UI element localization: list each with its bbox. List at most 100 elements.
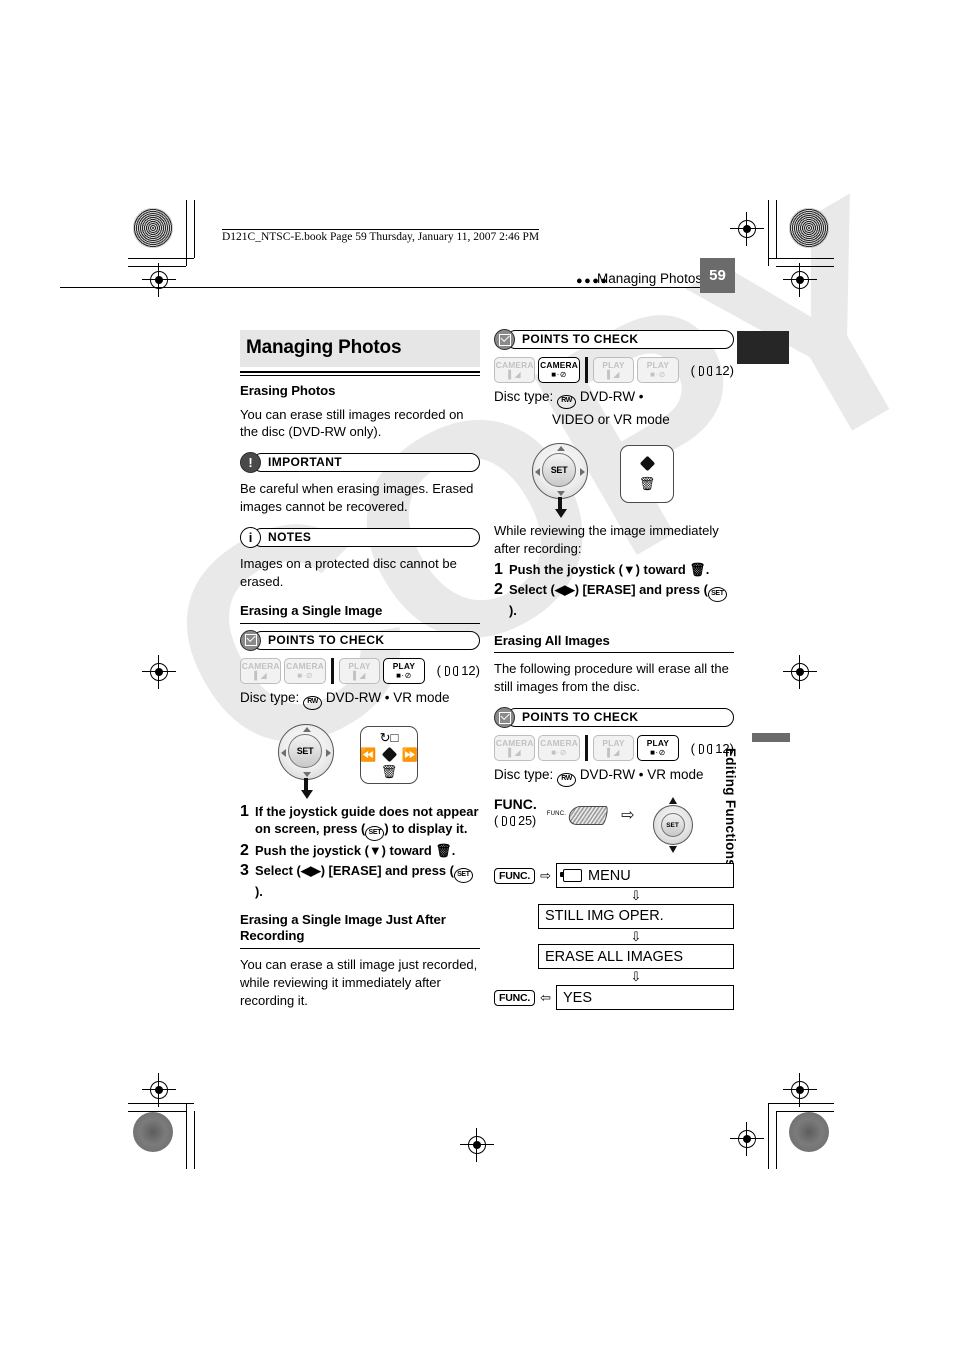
dvd-rw-glyph: RW (557, 773, 577, 788)
steps-right: 1 Push the joystick (▼) toward 🗑. 2 Sele… (494, 561, 734, 619)
callout-points-label: POINTS TO CHECK (268, 632, 385, 647)
text-notes: Images on a protected disc cannot be era… (240, 556, 457, 590)
step-item: 1 If the joystick guide does not appear … (240, 803, 480, 841)
right-arrow-icon: ⇨ (540, 867, 551, 883)
step-text: Select (◀▶) [ERASE] and press (SET). (255, 862, 480, 900)
section-tab-marker-secondary (752, 733, 790, 742)
dvd-rw-glyph: RW (303, 695, 323, 710)
mode-badge-row-right-top: CAMERA ▌◢ CAMERA ■·⊘ PLAY ▌◢ PLAY ■·⊘ ( … (494, 357, 734, 383)
page-number: 59 (700, 258, 735, 293)
mode-badge-camera-photo: CAMERA ■·⊘ (284, 657, 326, 684)
disc-type-left: Disc type: RW DVD-RW • VR mode (240, 689, 480, 710)
disc-type-right-bottom: Disc type: RW DVD-RW • VR mode (494, 766, 734, 788)
heading-rule (240, 947, 480, 949)
text-erasing-photos: You can erase still images recorded on t… (240, 406, 464, 440)
down-arrow-icon: ⇩ (630, 969, 642, 985)
flow-item-menu[interactable]: MENU (556, 863, 734, 889)
func-button-caption: FUNC. (546, 811, 567, 818)
checkbox-icon (240, 629, 261, 651)
down-arrow-icon: ⇩ (630, 928, 642, 944)
joystick-small-icon: SET (651, 797, 695, 854)
step-item: 2 Select (◀▶) [ERASE] and press (SET). (494, 581, 734, 619)
book-icon (501, 815, 515, 826)
prev-icon: ⏪ (360, 747, 377, 763)
camcorder-icon: ▌◢ (607, 748, 620, 758)
func-key-button[interactable]: FUNC. (494, 989, 536, 1006)
mode-badge-play-photo: PLAY ■·⊘ (383, 657, 425, 684)
heading-just-after-recording: Erasing a Single Image Just After Record… (240, 911, 446, 944)
flow-item-still-img-oper[interactable]: STILL IMG OPER. (538, 903, 734, 929)
right-column: POINTS TO CHECK CAMERA ▌◢ CAMERA ■·⊘ PLA… (494, 329, 734, 1011)
set-icon: SET (453, 867, 473, 883)
callout-points-label: POINTS TO CHECK (522, 710, 639, 725)
callout-points-to-check-left: POINTS TO CHECK (240, 629, 480, 651)
mode-separator (584, 735, 588, 762)
func-key-button[interactable]: FUNC. (494, 867, 536, 884)
step-item: 2 Push the joystick (▼) toward 🗑. (240, 842, 480, 861)
book-icon (698, 365, 712, 376)
mode-separator (584, 357, 588, 383)
down-arrow-icon: ⇩ (630, 888, 642, 904)
text-erasing-all-images: The following procedure will erase all t… (494, 661, 729, 695)
photo-icon: ■·⊘ (551, 748, 567, 758)
text-while-reviewing: While reviewing the image immediately af… (494, 522, 719, 556)
joystick-diagram-left: SET ↻□ ⏪ ⏩ 🗑 (240, 720, 480, 799)
callout-points-label: POINTS TO CHECK (522, 332, 639, 346)
left-arrow-icon: ⇦ (540, 989, 551, 1005)
photo-icon: ■·⊘ (396, 670, 412, 680)
photo-icon: ■·⊘ (297, 670, 313, 680)
page-reference-right-top: ( 12) (690, 362, 735, 378)
heading-rule (240, 622, 480, 624)
func-button-icon (567, 806, 610, 826)
heading-erasing-single-image: Erasing a Single Image (240, 603, 383, 619)
select-icon (381, 746, 397, 763)
book-file-line: D121C_NTSC-E.book Page 59 Thursday, Janu… (222, 229, 540, 243)
step-text: Select (◀▶) [ERASE] and press (SET). (509, 581, 734, 619)
flow-item-yes[interactable]: YES (556, 985, 734, 1011)
camcorder-icon: ▌◢ (353, 670, 366, 680)
mode-badge-camera-video: CAMERA ▌◢ (240, 657, 282, 684)
running-title: Managing Photos (597, 271, 703, 286)
joystick-guide-panel: 🗑 (620, 444, 674, 503)
right-arrow-icon: ⇨ (621, 807, 635, 825)
down-arrow-icon: ▼ (368, 842, 382, 858)
book-icon (698, 743, 712, 754)
joystick-diagram-right: SET 🗑 (494, 439, 734, 518)
func-flow-diagram: FUNC. ( 25) FUNC. ⇨ SET FUNC. ⇨ MENU ⇩ S… (494, 796, 734, 1011)
set-button: SET (660, 813, 685, 838)
mode-badge-play-video: PLAY ▌◢ (592, 735, 635, 762)
trash-icon: 🗑 (689, 561, 706, 577)
mode-badge-camera-video: CAMERA ▌◢ (494, 735, 536, 762)
select-icon (639, 455, 655, 472)
func-header: FUNC. ( 25) FUNC. ⇨ SET (494, 796, 734, 854)
camcorder-icon (560, 869, 582, 883)
mode-badge-camera-photo: CAMERA ■·⊘ (538, 357, 580, 383)
book-icon (444, 666, 458, 677)
checkbox-icon (494, 329, 515, 350)
set-icon: SET (365, 825, 385, 841)
mode-badge-row-right-bottom: CAMERA ▌◢ CAMERA ■·⊘ PLAY ▌◢ PLAY ■·⊘ ( … (494, 735, 734, 762)
step-text: Push the joystick (▼) toward 🗑. (255, 842, 456, 858)
rotate-icon: ↻□ (379, 730, 399, 746)
page-title: Managing Photos (240, 330, 480, 367)
steps-left: 1 If the joystick guide does not appear … (240, 803, 480, 900)
flow-row-menu: FUNC. ⇨ MENU (494, 863, 734, 889)
heading-rule (494, 652, 734, 654)
flow-item-erase-all-images[interactable]: ERASE ALL IMAGES (538, 944, 734, 970)
up-arrow-icon (668, 797, 677, 805)
photo-icon: ■·⊘ (650, 369, 666, 379)
disc-type-right-top: Disc type: RW DVD-RW • (494, 388, 734, 409)
checkbox-icon (494, 707, 515, 729)
mode-badge-play-video: PLAY ▌◢ (338, 657, 381, 684)
page-reference-left: ( 12) (436, 663, 481, 679)
callout-points-to-check-right-bottom: POINTS TO CHECK (494, 707, 734, 729)
down-arrow-icon (555, 496, 567, 518)
down-arrow-icon (301, 777, 313, 799)
down-arrow-icon: ▼ (622, 561, 636, 577)
flow-row-yes: FUNC. ⇦ YES (494, 985, 734, 1011)
dvd-rw-glyph: RW (557, 395, 577, 409)
callout-points-to-check-right-top: POINTS TO CHECK (494, 329, 734, 350)
set-button: SET (542, 452, 576, 487)
heading-erasing-photos: Erasing Photos (240, 383, 336, 398)
trash-icon: 🗑 (380, 764, 398, 780)
